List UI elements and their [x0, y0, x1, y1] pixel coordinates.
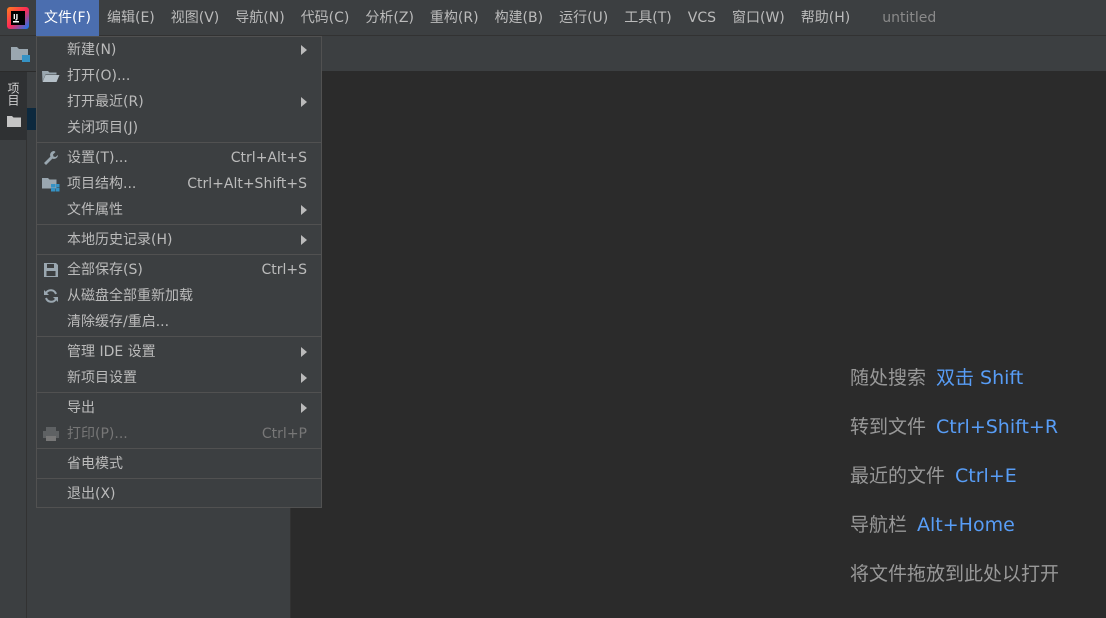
hint-drop-files: 将文件拖放到此处以打开: [850, 561, 1059, 610]
hint-text: 转到文件: [850, 416, 927, 438]
submenu-arrow-icon: [301, 45, 307, 55]
menu-tools[interactable]: 工具(T): [616, 0, 679, 36]
menu-item-label: 全部保存(S): [67, 262, 143, 278]
menu-item-label: 管理 IDE 设置: [67, 344, 156, 360]
menu-item-power-save-mode[interactable]: 省电模式: [37, 451, 321, 477]
menu-item-settings[interactable]: 设置(T)... Ctrl+Alt+S: [37, 145, 321, 171]
menu-item-label: 关闭项目(J): [67, 120, 139, 136]
menu-window[interactable]: 窗口(W): [724, 0, 793, 36]
svg-text:IJ: IJ: [13, 13, 18, 21]
menu-item-reload-from-disk[interactable]: 从磁盘全部重新加载: [37, 283, 321, 309]
menu-item-label: 打开最近(R): [67, 94, 144, 110]
menu-item-export[interactable]: 导出: [37, 395, 321, 421]
submenu-arrow-icon: [301, 373, 307, 383]
menu-item-label: 打印(P)...: [67, 426, 128, 442]
menu-file[interactable]: 文件(F): [36, 0, 99, 36]
menu-view[interactable]: 视图(V): [163, 0, 228, 36]
menu-item-shortcut: Ctrl+Alt+S: [230, 150, 307, 166]
tool-window-stripe: 项目: [0, 72, 27, 618]
menu-item-shortcut: Ctrl+S: [261, 262, 307, 278]
hint-text: 最近的文件: [850, 465, 946, 487]
menu-code[interactable]: 代码(C): [293, 0, 358, 36]
hint-shortcut: Alt+Home: [917, 514, 1015, 536]
submenu-arrow-icon: [301, 347, 307, 357]
menu-item-label: 本地历史记录(H): [67, 232, 173, 248]
hint-recent-files: 最近的文件 Ctrl+E: [850, 463, 1059, 512]
menu-item-label: 省电模式: [67, 456, 123, 472]
menu-build[interactable]: 构建(B): [487, 0, 552, 36]
file-menu-dropdown: 新建(N) 打开(O)... 打开最近(R) 关闭项目(J) 设置(T)... …: [36, 36, 322, 508]
submenu-arrow-icon: [301, 403, 307, 413]
submenu-arrow-icon: [301, 235, 307, 245]
menu-item-invalidate-caches[interactable]: 清除缓存/重启...: [37, 309, 321, 335]
menu-item-label: 打开(O)...: [67, 68, 131, 84]
menu-help[interactable]: 帮助(H): [793, 0, 858, 36]
submenu-arrow-icon: [301, 205, 307, 215]
menu-item-open[interactable]: 打开(O)...: [37, 63, 321, 89]
save-icon: [42, 262, 60, 278]
menu-item-file-properties[interactable]: 文件属性: [37, 197, 321, 223]
editor-empty-area[interactable]: 随处搜索 双击 Shift 转到文件 Ctrl+Shift+R 最近的文件 Ctrl+…: [291, 72, 1106, 618]
project-tab-label: 项目: [6, 82, 20, 106]
editor-hints: 随处搜索 双击 Shift 转到文件 Ctrl+Shift+R 最近的文件 Ctrl+…: [850, 365, 1059, 610]
print-icon: [42, 426, 60, 442]
menu-item-exit[interactable]: 退出(X): [37, 481, 321, 507]
hint-text: 随处搜索: [850, 367, 927, 389]
menu-item-shortcut: Ctrl+P: [261, 426, 307, 442]
tool-window-tab-project[interactable]: 项目: [0, 72, 27, 140]
menu-item-close-project[interactable]: 关闭项目(J): [37, 115, 321, 141]
menu-item-label: 新项目设置: [67, 370, 137, 386]
menu-navigate[interactable]: 导航(N): [227, 0, 292, 36]
project-structure-icon: [42, 176, 60, 192]
menu-item-label: 清除缓存/重启...: [67, 314, 170, 330]
menu-item-manage-ide-settings[interactable]: 管理 IDE 设置: [37, 339, 321, 365]
menu-item-label: 导出: [67, 400, 95, 416]
menu-item-label: 新建(N): [67, 42, 117, 58]
hint-text: 导航栏: [850, 514, 908, 536]
refresh-icon: [42, 288, 60, 304]
folder-open-icon: [42, 68, 60, 84]
app-logo-icon[interactable]: IJ: [0, 0, 36, 36]
submenu-arrow-icon: [301, 97, 307, 107]
menu-item-open-recent[interactable]: 打开最近(R): [37, 89, 321, 115]
menu-item-label: 设置(T)...: [67, 150, 128, 166]
menu-item-project-structure[interactable]: 项目结构... Ctrl+Alt+Shift+S: [37, 171, 321, 197]
ide-window: IJ 文件(F) 编辑(E) 视图(V) 导航(N) 代码(C) 分析(Z) 重…: [0, 0, 1106, 618]
hint-search-everywhere: 随处搜索 双击 Shift: [850, 365, 1059, 414]
menu-item-local-history[interactable]: 本地历史记录(H): [37, 227, 321, 253]
menu-item-shortcut: Ctrl+Alt+Shift+S: [187, 176, 307, 192]
hint-shortcut: 双击 Shift: [936, 367, 1024, 389]
hint-text: 将文件拖放到此处以打开: [850, 563, 1060, 585]
menu-vcs[interactable]: VCS: [680, 0, 724, 36]
menu-edit[interactable]: 编辑(E): [99, 0, 163, 36]
hint-shortcut: Ctrl+E: [955, 465, 1017, 487]
project-title: untitled: [882, 9, 937, 26]
menu-analyze[interactable]: 分析(Z): [357, 0, 422, 36]
menu-item-print[interactable]: 打印(P)... Ctrl+P: [37, 421, 321, 447]
menu-item-label: 退出(X): [67, 486, 116, 502]
menu-item-new[interactable]: 新建(N): [37, 37, 321, 63]
hint-navigation-bar: 导航栏 Alt+Home: [850, 512, 1059, 561]
menu-item-label: 项目结构...: [67, 176, 137, 192]
folder-icon: [6, 112, 21, 131]
menu-item-new-project-settings[interactable]: 新项目设置: [37, 365, 321, 391]
project-folder-icon[interactable]: [10, 44, 32, 64]
menu-bar: IJ 文件(F) 编辑(E) 视图(V) 导航(N) 代码(C) 分析(Z) 重…: [0, 0, 1106, 36]
menu-item-label: 文件属性: [67, 202, 123, 218]
wrench-icon: [42, 150, 60, 166]
hint-shortcut: Ctrl+Shift+R: [936, 416, 1059, 438]
menu-item-save-all[interactable]: 全部保存(S) Ctrl+S: [37, 257, 321, 283]
menu-run[interactable]: 运行(U): [551, 0, 616, 36]
menu-item-label: 从磁盘全部重新加载: [67, 288, 193, 304]
menu-refactor[interactable]: 重构(R): [422, 0, 487, 36]
hint-goto-file: 转到文件 Ctrl+Shift+R: [850, 414, 1059, 463]
